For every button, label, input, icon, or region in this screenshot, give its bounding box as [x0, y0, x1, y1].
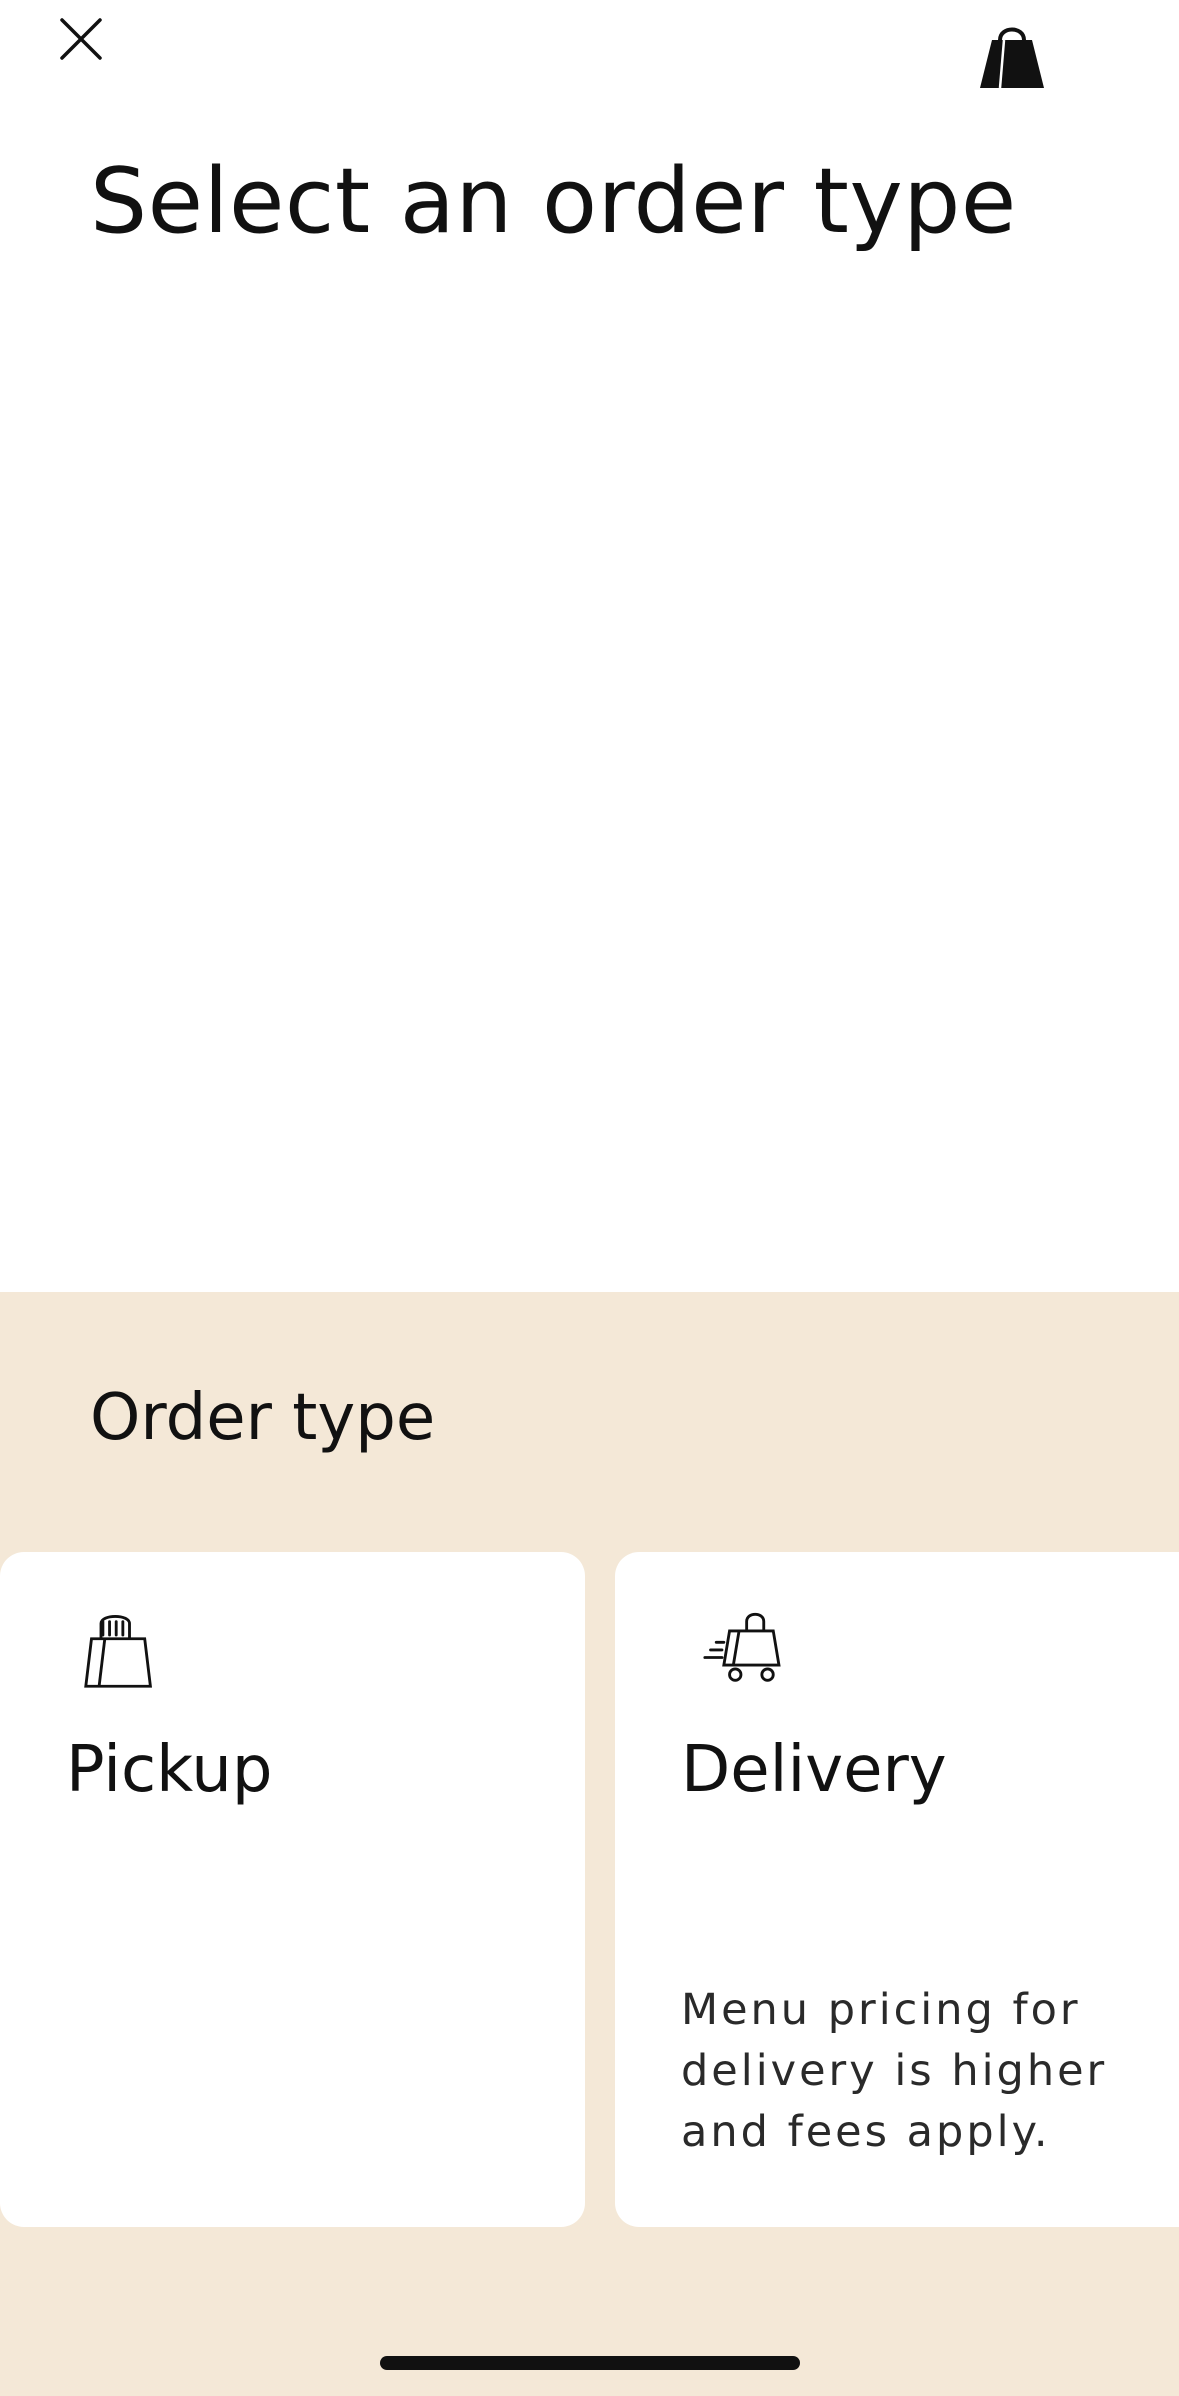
close-icon: [60, 18, 102, 60]
shopping-bag-button[interactable]: [976, 18, 1048, 92]
order-type-panel: Order type Pickup Delivery Menu pricing …: [0, 1292, 1179, 2396]
home-indicator[interactable]: [380, 2356, 800, 2370]
page-title: Select an order type: [90, 149, 1017, 254]
delivery-label: Delivery: [681, 1733, 947, 1807]
delivery-pricing-note: Menu pricing for delivery is higher and …: [681, 1985, 1108, 2157]
section-title: Order type: [90, 1381, 436, 1455]
pickup-label: Pickup: [66, 1733, 273, 1807]
delivery-cart-icon: [697, 1610, 783, 1686]
pickup-bag-hand-icon: [82, 1610, 158, 1696]
pickup-option-card[interactable]: Pickup: [0, 1552, 585, 2227]
close-button[interactable]: [50, 8, 112, 70]
shopping-bag-icon: [980, 27, 1044, 89]
delivery-option-card[interactable]: Delivery Menu pricing for delivery is hi…: [615, 1552, 1179, 2227]
